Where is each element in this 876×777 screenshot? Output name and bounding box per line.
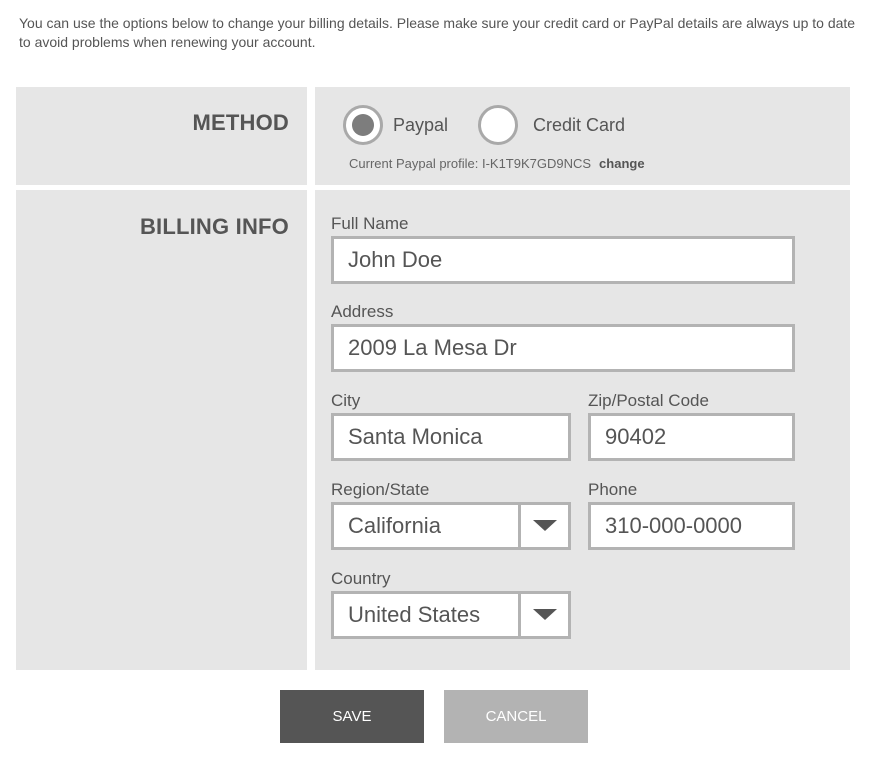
change-profile-link[interactable]: change [599, 156, 645, 171]
billing-heading-panel: BILLING INFO [16, 190, 307, 670]
chevron-down-icon [533, 520, 557, 531]
phone-label: Phone [588, 480, 638, 499]
intro-text: You can use the options below to change … [19, 15, 856, 50]
method-options-panel: Paypal Credit Card Current Paypal profil… [315, 87, 850, 185]
paypal-profile-info: Current Paypal profile: I-K1T9K7GD9NCS ch… [349, 156, 645, 171]
billing-info-heading: BILLING INFO [139, 214, 289, 239]
method-heading-panel: METHOD [16, 87, 307, 185]
cancel-button[interactable]: CANCEL [444, 690, 588, 743]
paypal-profile-text: Current Paypal profile: I-K1T9K7GD9NCS [349, 156, 592, 171]
phone-field[interactable]: 310-000-0000 [588, 502, 795, 550]
zip-field[interactable]: 90402 [588, 413, 795, 461]
credit-card-label[interactable]: Credit Card [533, 115, 625, 136]
paypal-label[interactable]: Paypal [393, 115, 448, 136]
country-label: Country [331, 569, 391, 588]
address-label: Address [331, 302, 394, 321]
save-button[interactable]: SAVE [280, 690, 424, 743]
method-heading: METHOD [192, 110, 289, 135]
radio-selected-dot [352, 114, 374, 136]
region-label: Region/State [331, 480, 430, 499]
region-dropdown-toggle[interactable] [518, 505, 568, 547]
zip-label: Zip/Postal Code [588, 391, 709, 410]
country-dropdown-toggle[interactable] [518, 594, 568, 636]
paypal-radio[interactable] [343, 105, 383, 145]
region-select-value: California [348, 513, 441, 538]
city-field[interactable]: Santa Monica [331, 413, 571, 461]
country-select-value: United States [348, 602, 481, 627]
region-select[interactable]: California [331, 502, 571, 550]
city-label: City [331, 391, 361, 410]
country-select[interactable]: United States [331, 591, 571, 639]
full-name-field[interactable]: John Doe [331, 236, 795, 284]
full-name-label: Full Name [331, 214, 409, 233]
address-field[interactable]: 2009 La Mesa Dr [331, 324, 795, 372]
credit-card-radio[interactable] [478, 105, 518, 145]
chevron-down-icon [533, 609, 557, 620]
